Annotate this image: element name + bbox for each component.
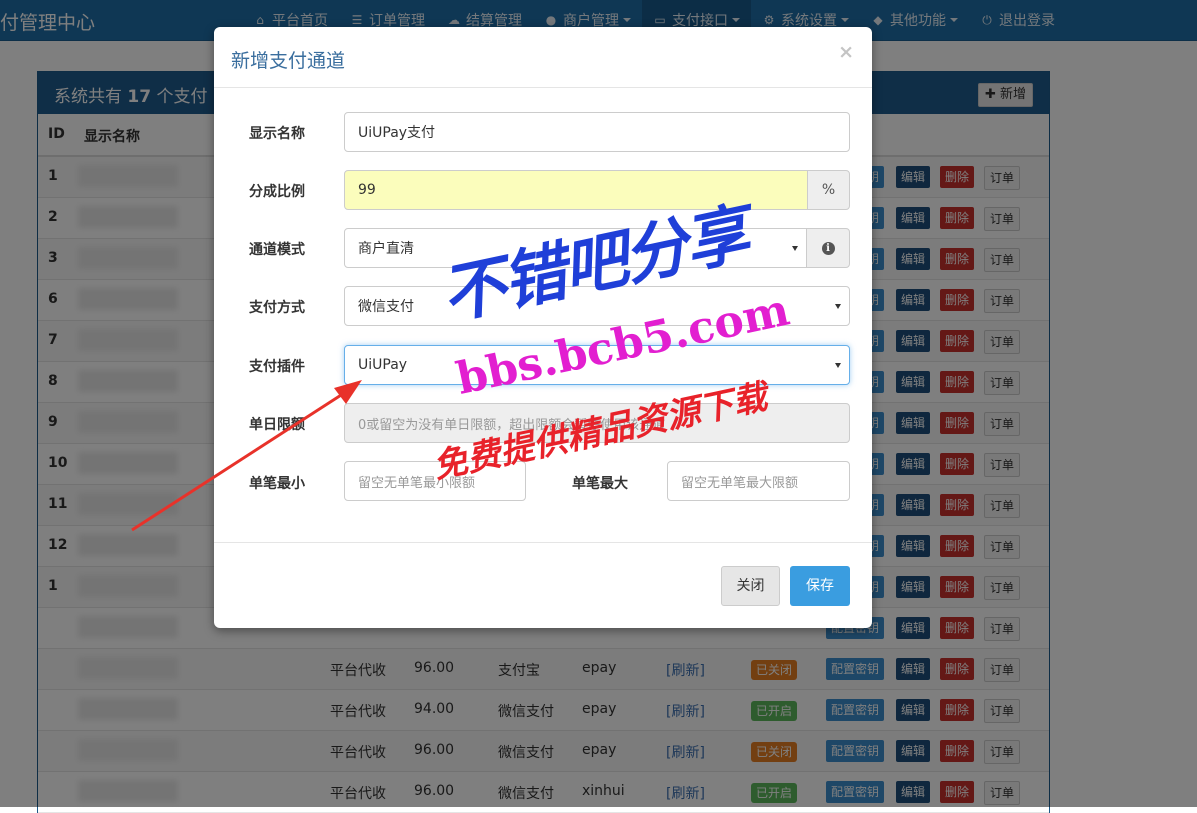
arrow-line <box>131 386 353 532</box>
arrow-head <box>334 380 362 404</box>
